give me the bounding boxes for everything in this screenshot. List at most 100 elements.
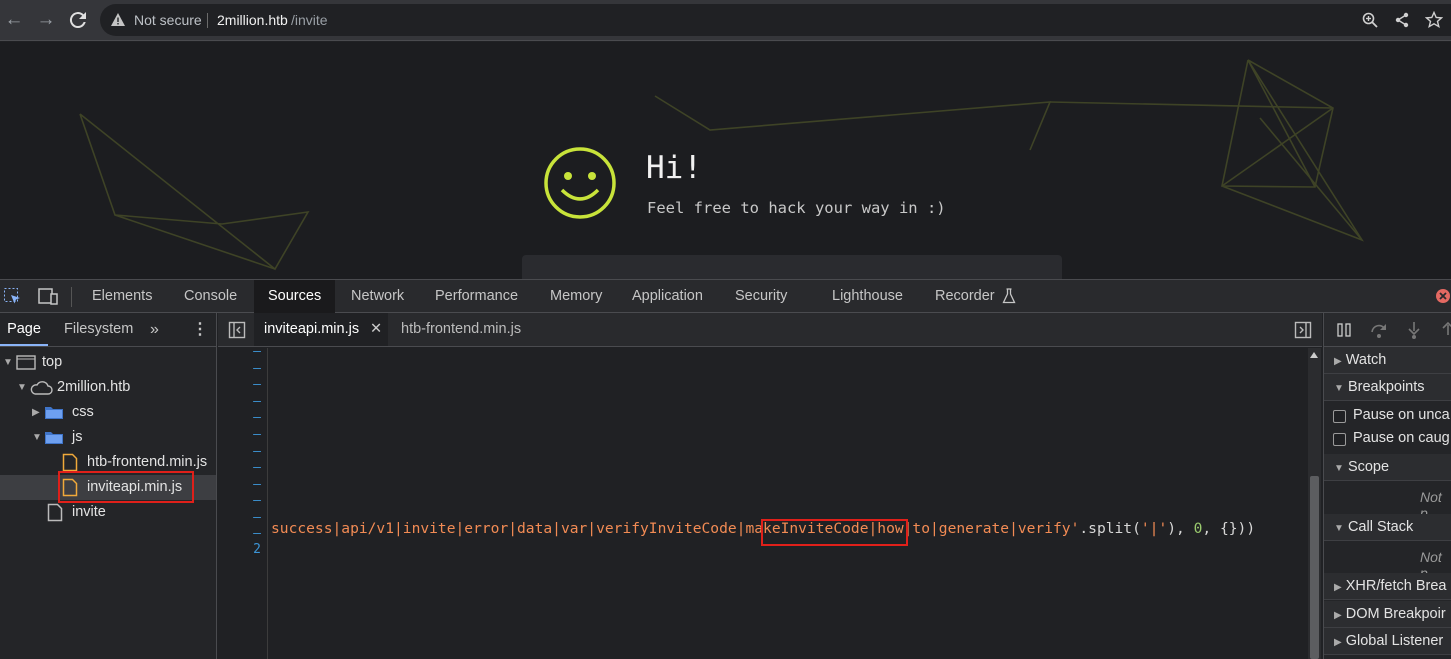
scrollbar[interactable] (1308, 348, 1321, 659)
tab-memory[interactable]: Memory (550, 280, 602, 313)
pause-caught-label: Pause on caug (1353, 430, 1450, 446)
inspect-element-icon[interactable] (3, 287, 23, 312)
more-options-icon[interactable]: ⋮ (192, 313, 208, 346)
tab-elements[interactable]: Elements (92, 280, 152, 313)
highlight-box (58, 471, 194, 503)
folded-line-marker: – (253, 427, 261, 442)
background-network-lines (79, 59, 1364, 271)
xhr-label: XHR/fetch Brea (1345, 578, 1447, 594)
debugger-sidebar: ▶ Watch ▼ Breakpoints Pause on unca Paus… (1323, 313, 1451, 659)
smiley-icon (543, 146, 617, 225)
global-label: Global Listener (1345, 633, 1444, 649)
share-icon[interactable] (1394, 12, 1410, 33)
folded-line-marker: – (253, 377, 261, 392)
page-subtitle: Feel free to hack your way in :) (647, 199, 946, 217)
dom-label: DOM Breakpoir (1345, 606, 1446, 622)
scope-section[interactable]: ▼ Scope (1324, 454, 1451, 481)
scrollbar-thumb[interactable] (1310, 476, 1319, 659)
code-call: .split( (1079, 520, 1141, 537)
error-count-icon[interactable] (1435, 288, 1451, 309)
call-stack-section[interactable]: ▼ Call Stack (1324, 514, 1451, 541)
browser-toolbar: ← → Not secure 2million.htb /invite (0, 0, 1451, 41)
tab-page[interactable]: Page (0, 313, 48, 346)
folded-line-marker: – (253, 361, 261, 376)
not-secure-label: Not secure (134, 12, 202, 28)
folded-line-marker: – (253, 477, 261, 492)
tab-security[interactable]: Security (735, 280, 787, 313)
divider (71, 287, 72, 307)
editor-tab-htb-frontend[interactable]: htb-frontend.min.js (401, 313, 521, 346)
code-string: success|api/v1|invite|error|data|var|ver… (271, 520, 737, 537)
folded-line-marker: – (253, 410, 261, 425)
folded-line-marker: – (253, 526, 261, 541)
zoom-icon[interactable] (1362, 12, 1378, 33)
tab-performance[interactable]: Performance (435, 280, 518, 313)
js-file-icon (62, 453, 78, 472)
folder-icon (45, 432, 63, 444)
reload-icon[interactable] (66, 8, 90, 32)
folded-line-marker: – (253, 444, 261, 459)
pause-uncaught-checkbox[interactable] (1333, 410, 1346, 423)
url-host: 2million.htb (217, 12, 288, 28)
divider (207, 13, 208, 28)
folded-line-marker: – (253, 394, 261, 409)
pause-caught-checkbox[interactable] (1333, 433, 1346, 446)
devtools-tabbar: Elements Console Sources Network Perform… (0, 279, 1451, 313)
global-listeners-section[interactable]: ▶ Global Listener (1324, 628, 1451, 655)
folder-icon (45, 407, 63, 419)
code-punct: ), (1167, 520, 1194, 537)
invite-card (522, 255, 1062, 279)
step-over-icon[interactable] (1370, 321, 1388, 339)
tree-label-css: css (72, 404, 94, 420)
sources-navigator: Page Filesystem » ⋮ ▼ top ▼ 2million.htb… (0, 313, 217, 659)
tree-label-top: top (42, 354, 63, 370)
scroll-up-icon[interactable] (1310, 352, 1318, 358)
tab-recorder[interactable]: Recorder (935, 280, 995, 313)
frame-icon (16, 355, 36, 370)
warning-icon[interactable] (110, 12, 126, 33)
editor-tabs: inviteapi.min.js ✕ htb-frontend.min.js (218, 313, 1322, 347)
line-gutter: – – – – – – – – – – – – 2 (218, 344, 268, 659)
tab-lighthouse[interactable]: Lighthouse (832, 280, 903, 313)
dom-breakpoints-section[interactable]: ▶ DOM Breakpoir (1324, 601, 1451, 628)
page-greeting: Hi! (646, 150, 702, 186)
folded-line-marker: – (253, 510, 261, 525)
device-toggle-icon[interactable] (37, 287, 59, 312)
tab-sources[interactable]: Sources (254, 280, 336, 313)
flask-icon (1002, 288, 1016, 309)
close-icon[interactable]: ✕ (370, 313, 382, 346)
step-into-icon[interactable] (1406, 321, 1422, 339)
tree-label-domain: 2million.htb (57, 379, 131, 395)
breakpoints-section[interactable]: ▼ Breakpoints (1324, 374, 1451, 401)
tab-network[interactable]: Network (351, 280, 404, 313)
tree-label-invite: invite (72, 504, 106, 520)
watch-section[interactable]: ▶ Watch (1324, 347, 1451, 374)
tab-application[interactable]: Application (632, 280, 703, 313)
breakpoints-label: Breakpoints (1347, 379, 1425, 395)
folded-line-marker: – (253, 460, 261, 475)
xhr-breakpoints-section[interactable]: ▶ XHR/fetch Brea (1324, 573, 1451, 600)
more-tabs-icon[interactable]: » (150, 313, 159, 346)
call-stack-label: Call Stack (1347, 519, 1414, 535)
tab-console[interactable]: Console (184, 280, 237, 313)
line-number: 2 (253, 542, 261, 557)
toggle-navigator-icon[interactable] (228, 321, 246, 344)
tree-label-js: js (72, 429, 83, 445)
toggle-debugger-icon[interactable] (1294, 321, 1312, 344)
editor-tab-inviteapi[interactable]: inviteapi.min.js ✕ (254, 313, 388, 346)
debugger-controls (1324, 313, 1451, 347)
watch-label: Watch (1345, 352, 1387, 368)
forward-icon[interactable]: → (34, 8, 58, 32)
folded-line-marker: – (253, 344, 261, 359)
code-editor: inviteapi.min.js ✕ htb-frontend.min.js –… (218, 313, 1322, 659)
url-path: /invite (291, 12, 328, 28)
code-punct: , {})) (1202, 520, 1256, 537)
back-icon[interactable]: ← (2, 8, 26, 32)
pause-icon[interactable] (1336, 322, 1352, 338)
folded-line-marker: – (253, 493, 261, 508)
pause-uncaught-label: Pause on unca (1353, 407, 1450, 423)
star-icon[interactable] (1424, 10, 1444, 34)
step-out-icon[interactable] (1440, 321, 1451, 339)
address-bar[interactable]: Not secure 2million.htb /invite (100, 4, 1451, 36)
tab-filesystem[interactable]: Filesystem (64, 313, 133, 346)
